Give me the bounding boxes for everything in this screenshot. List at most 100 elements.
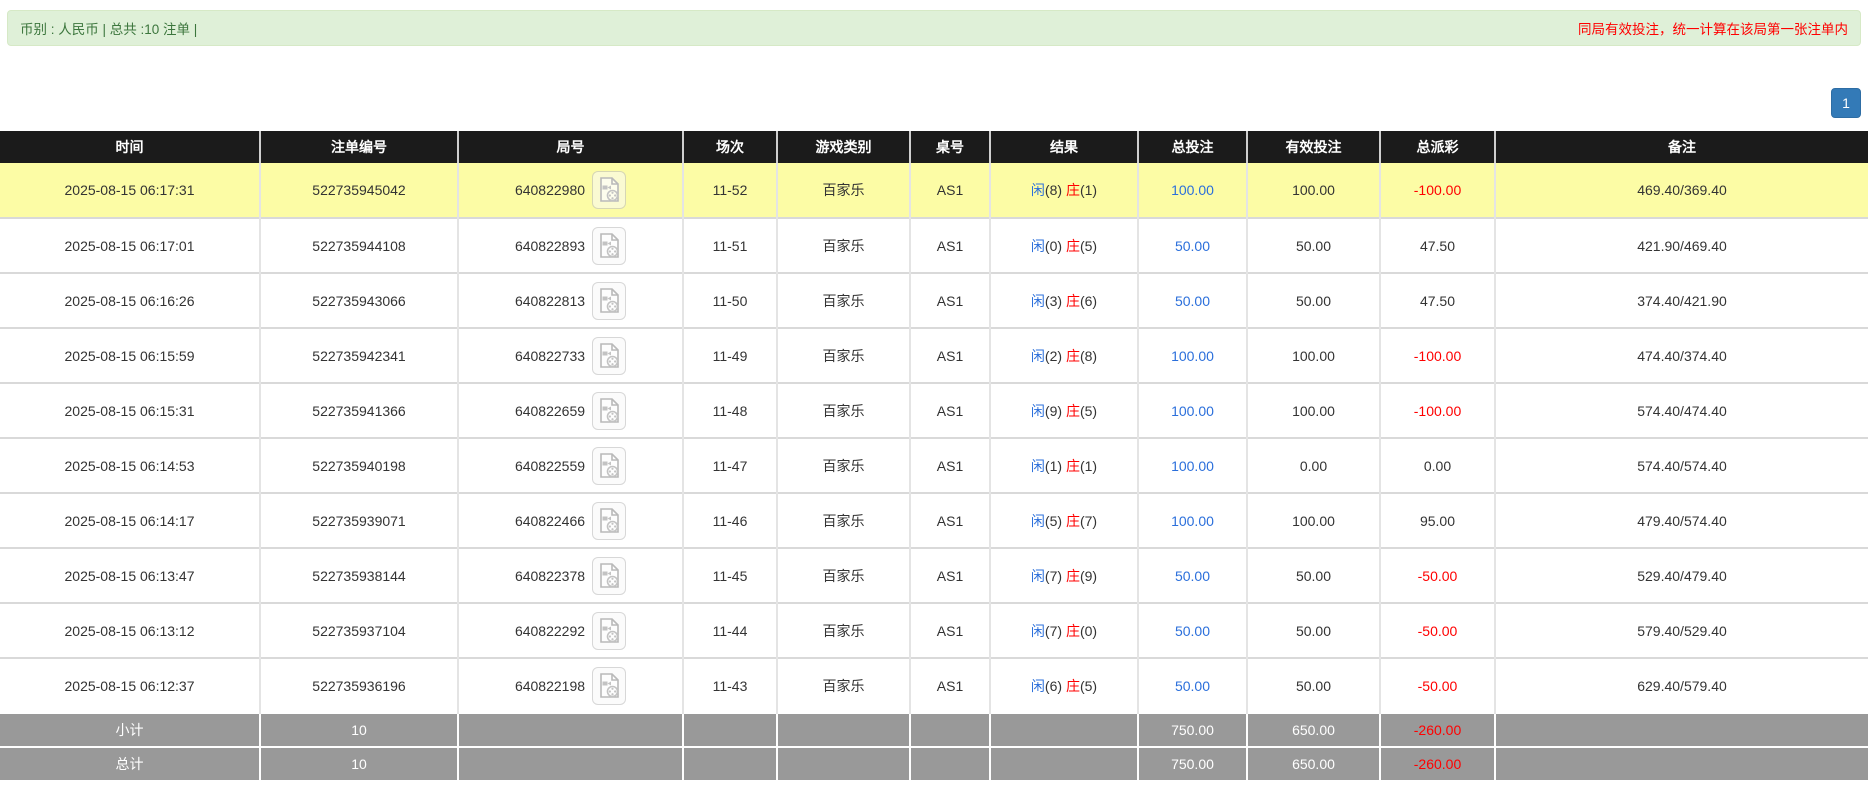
round-cell: 640822559 <box>457 437 683 493</box>
total-bet-link[interactable]: 100.00 <box>1171 458 1214 474</box>
total-bet-cell: 100.00 <box>1137 382 1247 438</box>
result-player-value: (5) <box>1044 512 1063 529</box>
round-video-button[interactable] <box>592 171 627 209</box>
table-no-cell: AS1 <box>909 163 990 218</box>
round-cell: 640822659 <box>457 382 683 438</box>
time-cell: 2025-08-15 06:17:31 <box>0 163 260 218</box>
total-bet-cell: 50.00 <box>1137 217 1247 273</box>
result-cell: 闲(6) 庄(5) <box>989 657 1138 713</box>
column-header: 备注 <box>1494 131 1868 163</box>
game-type-cell: 百家乐 <box>776 602 910 658</box>
payout-cell: -100.00 <box>1379 382 1495 438</box>
total-bet-link[interactable]: 50.00 <box>1175 623 1210 639</box>
bet-id-cell: 522735944108 <box>259 217 458 273</box>
time-cell: 2025-08-15 06:15:59 <box>0 327 260 383</box>
total-bet-link[interactable]: 50.00 <box>1175 293 1210 309</box>
bet-id-cell: 522735938144 <box>259 547 458 603</box>
total-bet-link[interactable]: 50.00 <box>1175 238 1210 254</box>
time-cell: 2025-08-15 06:16:26 <box>0 272 260 328</box>
payout-cell: 47.50 <box>1379 272 1495 328</box>
result-player-value: (3) <box>1044 292 1063 309</box>
table-row[interactable]: 2025-08-15 06:14:17 522735939071 6408224… <box>0 492 1868 548</box>
total-bet-cell: 100.00 <box>1137 437 1247 493</box>
valid-bet-cell: 50.00 <box>1246 217 1380 273</box>
bet-id-cell: 522735939071 <box>259 492 458 548</box>
round-video-button[interactable] <box>592 556 627 595</box>
video-record-document-icon <box>600 287 619 313</box>
result-cell: 闲(2) 庄(8) <box>989 327 1138 383</box>
video-record-document-icon <box>600 232 619 258</box>
column-header: 场次 <box>682 131 777 163</box>
result-banker-value: (8) <box>1079 347 1098 364</box>
bet-id-cell: 522735937104 <box>259 602 458 658</box>
result-banker-label: 庄 <box>1065 457 1080 474</box>
result-player-value: (9) <box>1044 402 1063 419</box>
total-bet-cell: 100.00 <box>1137 163 1247 218</box>
video-record-document-icon <box>600 617 619 643</box>
total-bet-link[interactable]: 50.00 <box>1175 678 1210 694</box>
table-body: 2025-08-15 06:17:31 522735945042 6408229… <box>0 163 1868 713</box>
round-cell: 640822733 <box>457 327 683 383</box>
total-bet-link[interactable]: 100.00 <box>1171 348 1214 364</box>
round-video-button[interactable] <box>592 226 627 265</box>
total-bet-cell: 100.00 <box>1137 492 1247 548</box>
result-banker-value: (5) <box>1079 402 1098 419</box>
round-id: 640822466 <box>514 512 586 529</box>
result-player-label: 闲 <box>1030 292 1045 309</box>
result-player-label: 闲 <box>1030 622 1045 639</box>
result-player-value: (7) <box>1044 567 1063 584</box>
table-row[interactable]: 2025-08-15 06:13:12 522735937104 6408222… <box>0 602 1868 658</box>
total-bet-link[interactable]: 100.00 <box>1171 513 1214 529</box>
result-banker-label: 庄 <box>1065 512 1080 529</box>
result-banker-label: 庄 <box>1065 677 1080 694</box>
round-id: 640822980 <box>514 182 586 198</box>
table-row[interactable]: 2025-08-15 06:17:31 522735945042 6408229… <box>0 163 1868 218</box>
total-bet-link[interactable]: 100.00 <box>1171 182 1214 198</box>
session-cell: 11-51 <box>682 217 777 273</box>
column-header: 时间 <box>0 131 260 163</box>
video-record-document-icon <box>600 452 619 478</box>
round-cell: 640822980 <box>457 163 683 218</box>
table-row[interactable]: 2025-08-15 06:12:37 522735936196 6408221… <box>0 657 1868 713</box>
table-row[interactable]: 2025-08-15 06:15:59 522735942341 6408227… <box>0 327 1868 383</box>
table-row[interactable]: 2025-08-15 06:16:26 522735943066 6408228… <box>0 272 1868 328</box>
result-player-value: (8) <box>1044 182 1063 198</box>
round-video-button[interactable] <box>592 336 627 375</box>
session-cell: 11-43 <box>682 657 777 713</box>
table-row[interactable]: 2025-08-15 06:14:53 522735940198 6408225… <box>0 437 1868 493</box>
round-video-button[interactable] <box>592 666 627 705</box>
result-player-value: (0) <box>1044 237 1063 254</box>
round-video-button[interactable] <box>592 501 627 540</box>
valid-bet-cell: 50.00 <box>1246 602 1380 658</box>
summary-payout: -260.00 <box>1379 712 1496 748</box>
session-cell: 11-48 <box>682 382 777 438</box>
result-player-label: 闲 <box>1030 567 1045 584</box>
summary-count: 10 <box>259 746 459 782</box>
total-bet-link[interactable]: 100.00 <box>1171 403 1214 419</box>
game-type-cell: 百家乐 <box>776 492 910 548</box>
valid-bet-cell: 100.00 <box>1246 327 1380 383</box>
total-bet-link[interactable]: 50.00 <box>1175 568 1210 584</box>
round-cell: 640822813 <box>457 272 683 328</box>
table-row[interactable]: 2025-08-15 06:17:01 522735944108 6408228… <box>0 217 1868 273</box>
column-header: 总派彩 <box>1379 131 1495 163</box>
table-row[interactable]: 2025-08-15 06:15:31 522735941366 6408226… <box>0 382 1868 438</box>
round-id: 640822378 <box>514 567 586 584</box>
session-cell: 11-52 <box>682 163 777 218</box>
round-video-button[interactable] <box>592 611 627 650</box>
round-video-button[interactable] <box>592 446 627 485</box>
round-video-button[interactable] <box>592 391 627 430</box>
round-cell: 640822893 <box>457 217 683 273</box>
page-1-button[interactable]: 1 <box>1831 88 1861 118</box>
table-row[interactable]: 2025-08-15 06:13:47 522735938144 6408223… <box>0 547 1868 603</box>
result-banker-value: (5) <box>1079 677 1098 694</box>
round-video-button[interactable] <box>592 281 627 320</box>
round-cell: 640822378 <box>457 547 683 603</box>
result-player-label: 闲 <box>1030 182 1045 198</box>
remark-cell: 629.40/579.40 <box>1494 657 1868 713</box>
game-type-cell: 百家乐 <box>776 217 910 273</box>
remark-cell: 479.40/574.40 <box>1494 492 1868 548</box>
column-header: 局号 <box>457 131 683 163</box>
result-player-label: 闲 <box>1030 347 1045 364</box>
round-id: 640822292 <box>514 622 586 639</box>
